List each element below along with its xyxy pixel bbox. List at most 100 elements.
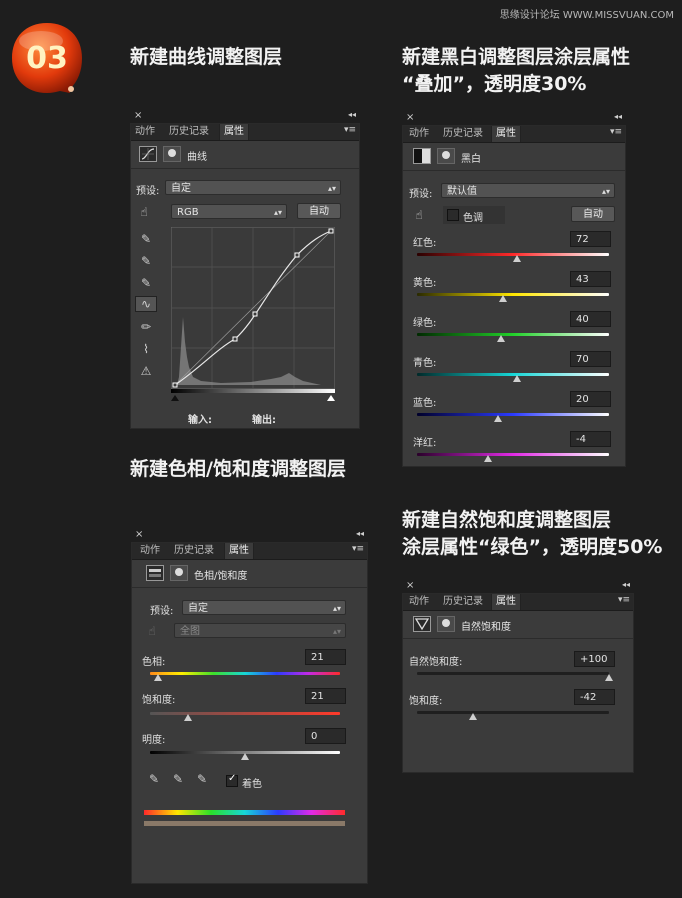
lightness-input[interactable]: 0 [305,728,346,744]
saturation-label: 饱和度: [409,696,443,707]
colorize-checkbox[interactable]: ✓ [226,773,238,787]
tab-actions[interactable]: 动作 [405,126,433,142]
bw-slider-input[interactable]: 20 [570,391,611,407]
bw-slider-input[interactable]: 70 [570,351,611,367]
clipping-warning-icon[interactable]: ⚠ [136,364,156,378]
saturation-slider-thumb[interactable] [184,714,192,721]
bw-slider-input[interactable]: 40 [570,311,611,327]
bw-slider-thumb[interactable] [512,255,521,262]
bw-slider-thumb[interactable] [484,455,493,462]
collapse-icon[interactable]: ◂◂ [622,580,630,589]
close-icon[interactable]: × [135,529,143,540]
panel-menu-icon[interactable]: ▾≡ [352,544,364,554]
auto-button[interactable]: 自动 [297,203,341,219]
panel-title: 色相/饱和度 [194,571,248,582]
hand-adjust-icon[interactable]: ☝ [142,624,162,638]
saturation-input[interactable]: 21 [305,688,346,704]
hue-panel: × ◂◂ 动作 历史记录 属性 ▾≡ 色相/饱和度 预设: 自定 ▴▾ ☝ 全图… [131,529,368,884]
tab-actions[interactable]: 动作 [405,594,433,610]
layer-mask-icon[interactable] [437,616,455,632]
tab-history[interactable]: 历史记录 [439,126,487,142]
curve-point[interactable] [252,311,258,317]
hue-slider-track[interactable] [150,672,340,675]
vibrance-slider-thumb[interactable] [605,674,613,681]
bw-slider-label: 蓝色: [413,398,437,409]
pencil-curve-icon[interactable]: ✏ [136,320,156,334]
tab-properties[interactable]: 属性 [219,124,249,140]
preset-label: 预设: [409,189,433,200]
curve-point[interactable] [294,252,300,258]
black-point-slider[interactable] [171,395,179,401]
black-eyedropper-icon[interactable]: ✎ [136,232,156,246]
tab-history[interactable]: 历史记录 [170,543,218,559]
panel-menu-icon[interactable]: ▾≡ [344,125,356,135]
bw-slider-track[interactable] [417,413,609,416]
panel-header: 自然饱和度 [403,611,633,639]
tab-bar: 动作 历史记录 属性 ▾≡ [403,126,625,143]
tint-checkbox[interactable] [447,209,459,221]
bw-slider-input[interactable]: 43 [570,271,611,287]
add-eyedropper-icon[interactable]: ✎ [168,772,188,786]
saturation-slider-thumb[interactable] [468,713,477,720]
subtract-eyedropper-icon[interactable]: ✎ [192,772,212,786]
panel-menu-icon[interactable]: ▾≡ [618,595,630,605]
tab-properties[interactable]: 属性 [491,126,521,142]
layer-mask-icon[interactable] [163,146,181,162]
bw-slider-input[interactable]: 72 [570,231,611,247]
hue-slider-thumb[interactable] [153,674,162,681]
channel-select[interactable]: RGB ▴▾ [171,204,287,219]
bw-slider-thumb[interactable] [499,295,508,302]
eyedropper-icon[interactable]: ✎ [144,772,164,786]
input-label: 输入: [188,415,212,426]
bw-slider-label: 红色: [413,238,437,249]
close-icon[interactable]: × [406,580,414,591]
tab-actions[interactable]: 动作 [136,543,164,559]
channel-select[interactable]: 全图 ▴▾ [174,623,346,638]
smooth-curve-icon[interactable]: ⌇ [136,342,156,356]
saturation-slider-track[interactable] [417,711,609,714]
collapse-icon[interactable]: ◂◂ [356,529,364,538]
collapse-icon[interactable]: ◂◂ [614,112,622,121]
hand-adjust-icon[interactable]: ☝ [409,208,429,222]
preset-select[interactable]: 自定 ▴▾ [165,180,341,195]
tab-history[interactable]: 历史记录 [439,594,487,610]
saturation-slider-track[interactable] [150,712,340,715]
lightness-slider-thumb[interactable] [241,753,249,760]
tab-properties[interactable]: 属性 [224,543,254,559]
bw-slider-thumb[interactable] [497,335,506,342]
collapse-icon[interactable]: ◂◂ [348,110,356,119]
point-curve-icon[interactable]: ∿ [135,296,157,312]
curves-glyph [141,148,155,160]
layer-mask-icon[interactable] [170,565,188,581]
vibrance-input[interactable]: +100 [574,651,615,667]
tab-properties[interactable]: 属性 [491,594,521,610]
curve-point[interactable] [232,336,238,342]
panel-menu-icon[interactable]: ▾≡ [610,127,622,137]
vibrance-adjustment-icon [413,616,431,632]
close-icon[interactable]: × [406,112,414,123]
layer-mask-icon[interactable] [437,148,455,164]
bw-slider-track[interactable] [417,293,609,296]
tab-history[interactable]: 历史记录 [165,124,213,140]
bw-slider-thumb[interactable] [493,415,502,422]
preset-select[interactable]: 默认值 ▴▾ [441,183,615,198]
curve-point[interactable] [172,382,178,388]
hue-input[interactable]: 21 [305,649,346,665]
bw-slider-track[interactable] [417,453,609,456]
gray-eyedropper-icon[interactable]: ✎ [136,254,156,268]
close-icon[interactable]: × [134,110,142,121]
tab-actions[interactable]: 动作 [131,124,159,140]
white-point-slider[interactable] [327,395,335,401]
preset-select[interactable]: 自定 ▴▾ [182,600,346,615]
saturation-input[interactable]: -42 [574,689,615,705]
curve-point[interactable] [328,228,334,234]
hand-adjust-icon[interactable]: ☝ [134,205,154,219]
white-eyedropper-icon[interactable]: ✎ [136,276,156,290]
bw-slider-input[interactable]: -4 [570,431,611,447]
bw-slider-thumb[interactable] [512,375,521,382]
vibrance-slider-track[interactable] [417,672,609,675]
bw-slider-track[interactable] [417,333,609,336]
auto-button[interactable]: 自动 [571,206,615,222]
select-arrows-icon: ▴▾ [273,208,282,217]
curve-graph[interactable] [171,227,335,403]
